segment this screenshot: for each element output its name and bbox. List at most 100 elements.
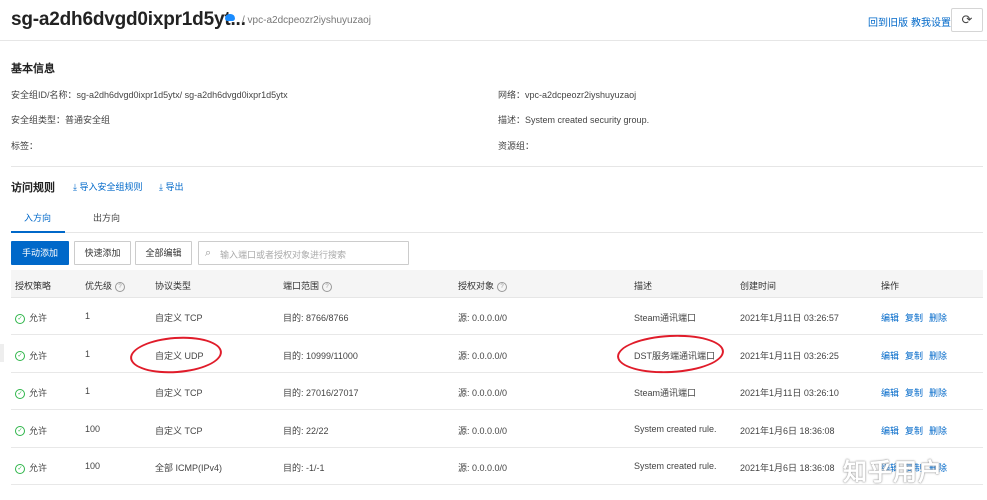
cell-priority: 1 — [85, 348, 91, 359]
col-description: 描述 — [634, 281, 653, 291]
sg-type-row: 安全组类型：普通安全组 — [11, 113, 110, 126]
quick-add-button[interactable]: 快速添加 — [74, 241, 131, 265]
cell-description: System created rule. — [634, 423, 717, 434]
network-value[interactable]: vpc-a2dcpeozr2iyshuyuzaoj — [525, 90, 636, 100]
edit-link[interactable]: 编辑 — [881, 424, 899, 437]
copy-link[interactable]: 复制 — [905, 386, 923, 399]
watermark: 知乎用户 — [843, 459, 943, 486]
cell-description: Steam通讯端口 — [634, 388, 697, 398]
col-target: 授权对象? — [458, 279, 508, 292]
side-collapse-handle[interactable] — [0, 344, 4, 362]
cell-policy: ✓ 允许 — [15, 461, 47, 474]
help-icon[interactable]: ? — [115, 281, 126, 292]
manual-add-button[interactable]: 手动添加 — [11, 241, 69, 265]
edit-all-button[interactable]: 全部编辑 — [135, 241, 192, 265]
tab-inbound[interactable]: 入方向 — [24, 211, 51, 224]
cell-description: System created rule. — [634, 461, 717, 471]
search-placeholder: 输入端口或者授权对象进行搜索 — [220, 250, 347, 260]
policy-label: 允许 — [29, 313, 48, 323]
tutorial-link[interactable]: 教我设置 — [911, 14, 951, 29]
edit-link[interactable]: 编辑 — [881, 386, 899, 399]
copy-link[interactable]: 复制 — [905, 424, 923, 437]
cell-target: 源: 0.0.0.0/0 — [458, 388, 508, 398]
cell-port: 目的: 8766/8766 — [283, 313, 349, 323]
copy-link[interactable]: 复制 — [905, 311, 923, 324]
check-circle-icon: ✓ — [15, 426, 25, 437]
export-link[interactable]: ⤓ 导出 — [159, 180, 184, 193]
cell-policy: ✓ 允许 — [15, 349, 47, 362]
check-circle-icon: ✓ — [15, 351, 25, 362]
cell-policy: ✓ 允许 — [15, 424, 47, 437]
sg-type-value: 普通安全组 — [65, 115, 111, 125]
cell-created: 2021年1月6日 18:36:08 — [740, 463, 835, 473]
check-circle-icon: ✓ — [15, 463, 25, 474]
refresh-button[interactable]: ⟳ — [951, 8, 983, 32]
cell-target: 源: 0.0.0.0/0 — [458, 463, 508, 473]
table-row: ✓ 允许 1 自定义 TCP 目的: 27016/27017 源: 0.0.0.0/0 St… — [11, 372, 983, 410]
cell-protocol: 自定义 TCP — [155, 425, 203, 436]
page-title: sg-a2dh6dvgd0ixpr1d5yt... — [11, 9, 246, 30]
table-row: ✓ 允许 100 自定义 TCP 目的: 22/22 源: 0.0.0.0/0 System… — [11, 410, 983, 448]
export-icon: ⤓ — [159, 182, 163, 192]
cell-created: 2021年1月11日 03:26:10 — [740, 388, 839, 398]
cell-priority: 100 — [85, 423, 101, 434]
import-rules-link[interactable]: ⤓ 导入安全组规则 — [73, 180, 143, 193]
access-rules-title: 访问规则 — [11, 182, 55, 194]
sg-id-label: 安全组ID/名称： — [11, 90, 77, 100]
table-row: ✓ 允许 100 全部 ICMP(IPv4) 目的: -1/-1 源: 0.0.0.0/0… — [11, 447, 983, 485]
description-value: System created security group. — [525, 115, 650, 125]
tags-label: 标签： — [11, 141, 39, 151]
cell-priority: 100 — [85, 461, 101, 471]
check-circle-icon: ✓ — [15, 388, 25, 399]
cloud-icon — [225, 14, 235, 21]
cell-protocol: 自定义 TCP — [155, 388, 203, 398]
col-port-label: 端口范围 — [283, 281, 320, 291]
edit-link[interactable]: 编辑 — [881, 311, 899, 324]
delete-link[interactable]: 删除 — [929, 349, 947, 362]
cell-priority: 1 — [85, 311, 91, 321]
resource-group-label: 资源组： — [498, 141, 535, 151]
cell-port: 目的: 27016/27017 — [283, 388, 359, 398]
col-policy: 授权策略 — [15, 281, 52, 291]
table-row: ✓ 允许 1 自定义 TCP 目的: 8766/8766 源: 0.0.0.0/0 Stea… — [11, 297, 983, 335]
vpc-breadcrumb[interactable]: / vpc-a2dcpeozr2iyshuyuzaoj — [242, 15, 371, 26]
policy-label: 允许 — [29, 463, 48, 473]
delete-link[interactable]: 删除 — [929, 386, 947, 399]
cell-target: 源: 0.0.0.0/0 — [458, 313, 508, 323]
sg-id-row: 安全组ID/名称：sg-a2dh6dvgd0ixpr1d5ytx/ sg-a2d… — [11, 88, 288, 101]
delete-link[interactable]: 删除 — [929, 424, 947, 437]
cell-created: 2021年1月11日 03:26:57 — [740, 313, 839, 323]
cell-policy: ✓ 允许 — [15, 311, 47, 324]
tab-divider — [11, 232, 983, 233]
import-icon: ⤓ — [73, 182, 77, 192]
check-circle-icon: ✓ — [15, 313, 25, 324]
search-icon: ⌕ — [205, 247, 212, 259]
back-to-old-version-link[interactable]: 回到旧版 — [868, 14, 908, 29]
tab-outbound[interactable]: 出方向 — [93, 211, 120, 224]
col-protocol: 协议类型 — [155, 281, 192, 291]
delete-link[interactable]: 删除 — [929, 311, 947, 324]
active-tab-indicator — [11, 231, 65, 233]
policy-label: 允许 — [29, 388, 48, 398]
cell-created: 2021年1月11日 03:26:25 — [740, 350, 839, 361]
edit-link[interactable]: 编辑 — [881, 349, 899, 362]
cell-port: 目的: 22/22 — [283, 425, 329, 436]
help-icon[interactable]: ? — [322, 281, 333, 292]
cell-protocol: 全部 ICMP(IPv4) — [155, 463, 223, 473]
description-row: 描述：System created security group. — [498, 113, 649, 126]
policy-label: 允许 — [29, 425, 48, 436]
copy-link[interactable]: 复制 — [905, 349, 923, 362]
cell-port: 目的: -1/-1 — [283, 463, 325, 473]
import-rules-label: 导入安全组规则 — [79, 182, 143, 192]
network-row: 网络：vpc-a2dcpeozr2iyshuyuzaoj — [498, 88, 636, 101]
search-input[interactable]: ⌕ 输入端口或者授权对象进行搜索 — [198, 241, 409, 265]
basic-info-title: 基本信息 — [11, 63, 55, 75]
description-label: 描述： — [498, 115, 526, 125]
sg-id-value: sg-a2dh6dvgd0ixpr1d5ytx/ sg-a2dh6dvgd0ix… — [76, 90, 288, 100]
col-created: 创建时间 — [740, 281, 777, 291]
help-icon[interactable]: ? — [497, 281, 508, 292]
cell-port: 目的: 10999/11000 — [283, 350, 358, 361]
page-header: sg-a2dh6dvgd0ixpr1d5yt... / vpc-a2dcpeoz… — [0, 0, 987, 41]
cell-created: 2021年1月6日 18:36:08 — [740, 425, 835, 436]
col-target-label: 授权对象 — [458, 281, 495, 291]
